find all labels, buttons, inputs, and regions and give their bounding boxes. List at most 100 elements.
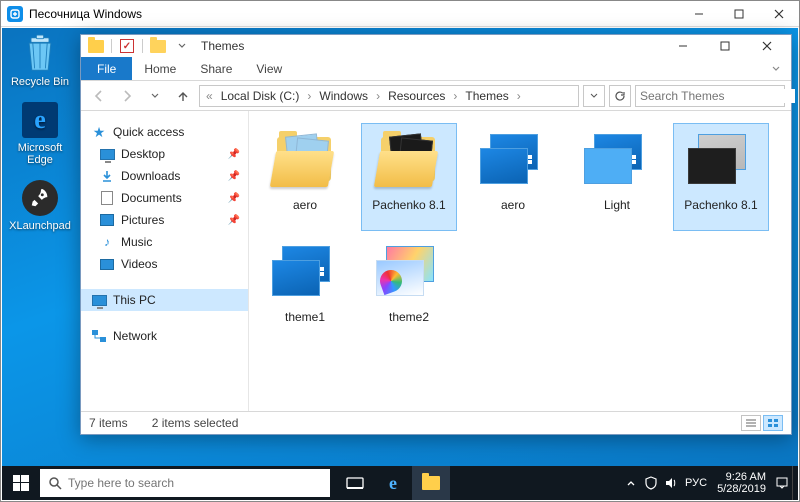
tray-language[interactable]: РУС [681,466,711,500]
nav-recent-button[interactable] [143,84,167,108]
windows-logo-icon [13,475,29,491]
status-bar: 7 items 2 items selected [81,412,791,434]
view-largeicons-button[interactable] [763,415,783,431]
desktop-icon [99,146,115,162]
tab-view[interactable]: View [244,57,294,80]
tray-expand-button[interactable] [621,466,641,500]
ribbon-expand-button[interactable] [761,57,791,80]
documents-icon [99,190,115,206]
explorer-close-button[interactable] [747,35,787,57]
start-button[interactable] [2,466,40,500]
clock-time: 9:26 AM [717,471,766,483]
desktop-icon-edge[interactable]: e Microsoft Edge [8,100,72,166]
crumb[interactable]: Themes [461,89,512,103]
sandbox-title: Песочница Windows [29,7,679,21]
file-label: theme1 [285,310,325,324]
file-label: aero [293,198,317,212]
theme-icon [268,240,342,304]
nav-quick-access[interactable]: ★Quick access [81,121,248,143]
nav-item-pictures[interactable]: Pictures📌 [81,209,248,231]
taskbar-explorer-button[interactable] [412,466,450,500]
desktop-icon-label: Microsoft Edge [8,142,72,166]
sandbox-close-button[interactable] [759,1,799,27]
network-icon [91,328,107,344]
separator [111,39,112,53]
explorer-maximize-button[interactable] [705,35,745,57]
file-label: Pachenko 8.1 [684,198,757,212]
file-label: theme2 [389,310,429,324]
nav-back-button[interactable] [87,84,111,108]
search-box[interactable] [635,85,785,107]
search-input[interactable] [640,89,795,103]
file-tile-folder[interactable]: Pachenko 8.1 [361,123,457,231]
separator [142,39,143,53]
sandbox-maximize-button[interactable] [719,1,759,27]
pictures-icon [99,212,115,228]
file-tile-theme[interactable]: theme2 [361,235,457,343]
tab-home[interactable]: Home [132,57,188,80]
tray-security-icon[interactable] [641,466,661,500]
crumb[interactable]: Local Disk (C:) [217,89,304,103]
sandbox-titlebar[interactable]: Песочница Windows [1,1,799,27]
view-details-button[interactable] [741,415,761,431]
explorer-qat: ✓ Themes [81,35,791,57]
sandbox-minimize-button[interactable] [679,1,719,27]
show-desktop-button[interactable] [792,466,798,500]
file-tile-folder[interactable]: aero [257,123,353,231]
nav-forward-button[interactable] [115,84,139,108]
nav-item-downloads[interactable]: Downloads📌 [81,165,248,187]
nav-this-pc[interactable]: This PC [81,289,248,311]
this-pc-icon [91,292,107,308]
theme-icon [580,128,654,192]
file-tile-theme[interactable]: Light [569,123,665,231]
chevron-left-icon: « [204,89,215,103]
qat-newfolder-button[interactable] [147,36,169,56]
address-dropdown-button[interactable] [583,85,605,107]
sandbox-app-icon [7,6,23,22]
taskbar-search[interactable] [40,469,330,497]
desktop-icon-recycle-bin[interactable]: Recycle Bin [8,34,72,88]
chevron-right-icon: › [374,89,382,103]
crumb[interactable]: Resources [384,89,449,103]
qat-folder-icon[interactable] [85,36,107,56]
navigation-pane[interactable]: ★Quick access Desktop📌 Downloads📌 Docume… [81,111,249,411]
sandbox-window: Песочница Windows Recycle Bin e Microsof… [0,0,800,502]
file-tile-theme[interactable]: aero [465,123,561,231]
theme-icon [684,128,758,192]
explorer-minimize-button[interactable] [663,35,703,57]
music-icon: ♪ [99,234,115,250]
file-list[interactable]: aero Pachenko 8.1 aero Lig [249,111,791,411]
chevron-right-icon: › [305,89,313,103]
task-view-button[interactable] [336,466,374,500]
nav-network[interactable]: Network [81,325,248,347]
taskbar-edge-button[interactable]: e [374,466,412,500]
pin-icon: 📌 [228,149,240,160]
folder-icon [422,476,440,490]
explorer-window: ✓ Themes File Home Share View [80,34,792,435]
nav-up-button[interactable] [171,84,195,108]
tab-file[interactable]: File [81,57,132,80]
desktop-icon-label: XLaunchpad [9,220,71,232]
guest-desktop[interactable]: Recycle Bin e Microsoft Edge XLaunchpad … [2,28,798,500]
file-label: Pachenko 8.1 [372,198,445,212]
tab-share[interactable]: Share [188,57,244,80]
nav-item-documents[interactable]: Documents📌 [81,187,248,209]
nav-item-desktop[interactable]: Desktop📌 [81,143,248,165]
file-tile-theme[interactable]: Pachenko 8.1 [673,123,769,231]
breadcrumb[interactable]: « Local Disk (C:)› Windows› Resources› T… [199,85,579,107]
crumb[interactable]: Windows [315,89,372,103]
taskbar-search-input[interactable] [68,476,322,490]
qat-customize-button[interactable] [171,36,193,56]
nav-item-music[interactable]: ♪Music [81,231,248,253]
tray-clock[interactable]: 9:26 AM 5/28/2019 [711,471,772,495]
refresh-button[interactable] [609,85,631,107]
tray-notifications-button[interactable] [772,466,792,500]
theme-icon [476,128,550,192]
desktop-icon-xlaunchpad[interactable]: XLaunchpad [8,178,72,232]
file-tile-theme[interactable]: theme1 [257,235,353,343]
qat-properties-button[interactable]: ✓ [116,36,138,56]
desktop-icon-label: Recycle Bin [11,76,69,88]
chevron-right-icon: › [515,89,523,103]
nav-item-videos[interactable]: Videos [81,253,248,275]
tray-volume-icon[interactable] [661,466,681,500]
